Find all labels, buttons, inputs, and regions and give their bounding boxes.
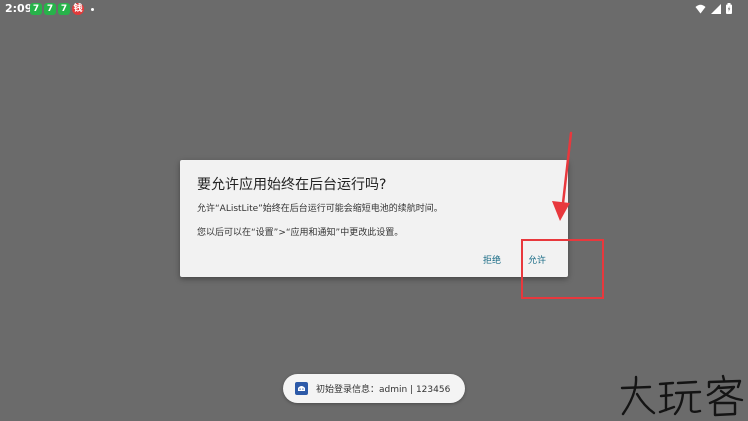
status-time: 2:09 — [5, 2, 33, 15]
wifi-icon — [695, 4, 706, 13]
notification-badge: 7 — [58, 3, 70, 15]
dialog-message: 允许“AListLite”始终在后台运行可能会缩短电池的续航时间。 — [197, 204, 443, 214]
toast-text: 初始登录信息：admin | 123456 — [316, 385, 451, 395]
notification-badge: 钱 — [72, 3, 84, 15]
app-icon — [295, 382, 308, 395]
background-permission-dialog: 要允许应用始终在后台运行吗? 允许“AListLite”始终在后台运行可能会缩短… — [180, 160, 568, 277]
more-notifications-dot-icon — [91, 7, 94, 11]
battery-icon — [726, 3, 732, 14]
watermark-logo — [620, 374, 744, 417]
dialog-settings-hint: 您以后可以在“设置”>“应用和通知”中更改此设置。 — [197, 228, 404, 238]
status-bar: 2:09 7 7 7 钱 — [0, 0, 748, 18]
signal-icon — [711, 3, 721, 14]
notification-badge: 7 — [44, 3, 56, 15]
notification-badge: 7 — [30, 3, 42, 15]
deny-button[interactable]: 拒绝 — [481, 253, 503, 266]
dialog-title: 要允许应用始终在后台运行吗? — [197, 177, 387, 193]
system-icons — [695, 3, 732, 14]
notification-icons: 7 7 7 钱 — [30, 3, 94, 15]
toast-message: 初始登录信息：admin | 123456 — [283, 374, 465, 403]
highlight-box — [521, 239, 604, 299]
